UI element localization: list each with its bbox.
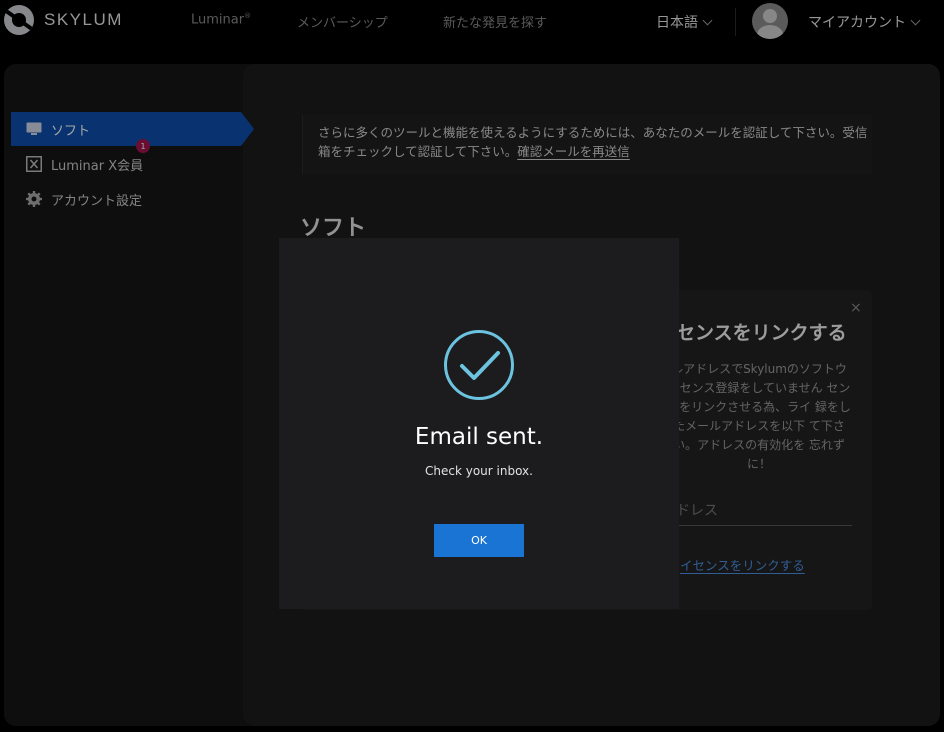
dialog-subtitle: Check your inbox. <box>425 464 533 478</box>
ok-button[interactable]: OK <box>434 524 524 557</box>
email-sent-dialog: Email sent. Check your inbox. OK <box>279 238 679 609</box>
dialog-title: Email sent. <box>414 424 544 450</box>
checkmark-icon <box>444 330 514 400</box>
